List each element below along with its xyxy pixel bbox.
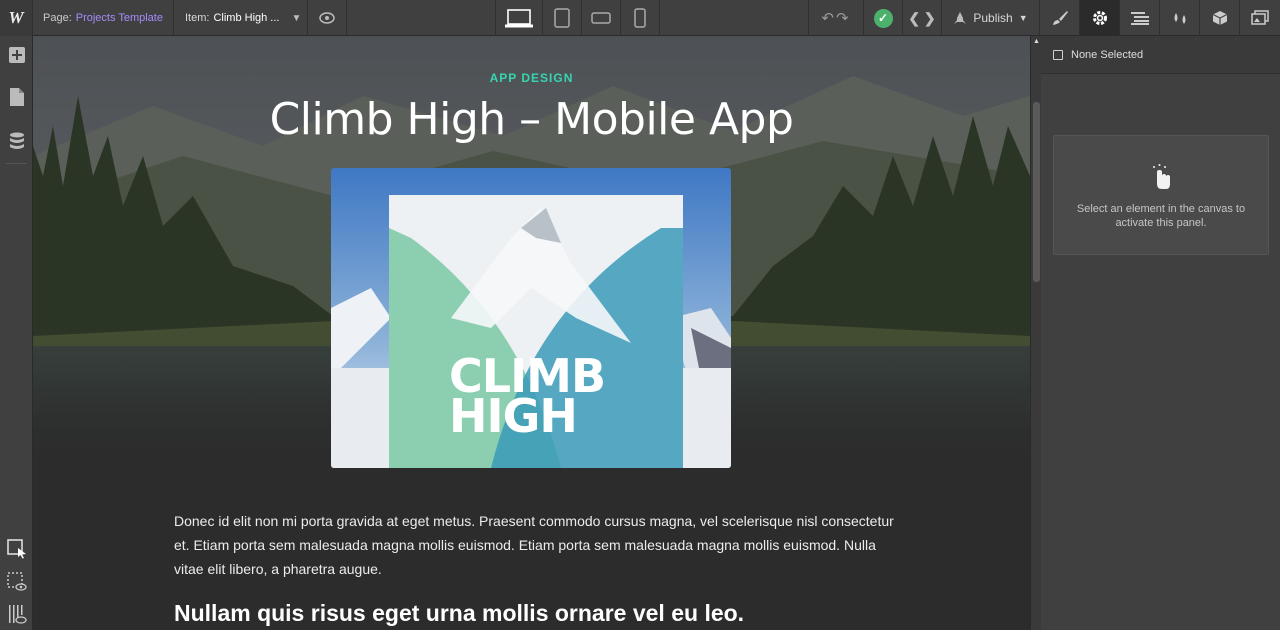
selection-status: None Selected <box>1041 36 1280 74</box>
project-title[interactable]: Climb High – Mobile App <box>33 94 1030 145</box>
phone-portrait-icon <box>634 8 646 28</box>
page-value[interactable]: Projects Template <box>76 12 163 24</box>
cursor-select-icon <box>6 539 26 559</box>
code-icon: ❮ ❯ <box>908 9 936 26</box>
scroll-up-arrow-icon[interactable]: ▲ <box>1032 38 1041 46</box>
scrollbar-thumb[interactable] <box>1033 102 1040 282</box>
grid-eye-icon <box>8 605 27 624</box>
publish-button[interactable]: Publish ▼ <box>942 0 1040 36</box>
page-selector[interactable]: Page: Projects Template <box>33 0 174 36</box>
gear-icon <box>1092 11 1107 25</box>
symbols-panel-tab[interactable] <box>1200 0 1240 36</box>
grid-toggle-button[interactable] <box>0 599 33 629</box>
assets-panel-tab[interactable] <box>1240 0 1280 36</box>
select-tool-button[interactable] <box>0 534 33 564</box>
undo-icon[interactable]: ↶ <box>821 9 836 27</box>
none-selected-label: None Selected <box>1071 48 1144 61</box>
dashed-box-eye-icon <box>6 572 27 591</box>
paintbrush-icon <box>1052 11 1068 25</box>
database-icon <box>9 132 24 149</box>
item-selector[interactable]: Item: Climb High ... ▼ <box>174 0 308 36</box>
toolbar-divider <box>6 163 27 164</box>
settings-panel-tab[interactable] <box>1080 0 1120 36</box>
preview-toggle-button[interactable] <box>0 567 33 597</box>
item-label: Item: <box>185 12 210 24</box>
page-label: Page: <box>43 12 72 24</box>
phone-landscape-icon <box>591 12 611 24</box>
checkbox-icon <box>1053 49 1063 60</box>
publish-label: Publish <box>973 11 1013 25</box>
checkmark-icon: ✓ <box>873 8 893 28</box>
hero-section[interactable]: APP DESIGN Climb High – Mobile App CLIMB… <box>33 36 1030 480</box>
left-toolbar <box>0 36 33 630</box>
images-icon <box>1251 10 1269 25</box>
body-subheading[interactable]: Nullam quis risus eget urna mollis ornar… <box>174 600 894 627</box>
desktop-view-button[interactable] <box>495 0 543 36</box>
body-paragraph[interactable]: Donec id elit non mi porta gravida at eg… <box>174 509 894 581</box>
chevron-down-icon: ▼ <box>291 12 302 24</box>
plus-box-icon <box>8 47 25 63</box>
redo-icon[interactable]: ↷ <box>836 9 851 27</box>
drops-icon <box>1174 13 1185 24</box>
top-toolbar: W Page: Projects Template Item: Climb Hi… <box>0 0 1280 36</box>
page-icon <box>9 88 24 106</box>
style-panel-tab[interactable] <box>1040 0 1080 36</box>
site-status-button[interactable]: ✓ <box>864 0 903 36</box>
navigator-icon <box>1130 12 1149 25</box>
hint-text: Select an element in the canvas to activ… <box>1076 203 1246 229</box>
pointer-hand-icon <box>1153 164 1170 189</box>
preview-button[interactable] <box>308 0 347 36</box>
webflow-designer: W Page: Projects Template Item: Climb Hi… <box>0 0 1280 630</box>
desktop-icon <box>505 9 533 28</box>
cms-button[interactable] <box>0 126 33 156</box>
rocket-icon <box>954 12 967 24</box>
export-code-button[interactable]: ❮ ❯ <box>903 0 942 36</box>
toolbar-spacer-2 <box>660 0 808 36</box>
cube-icon <box>1212 11 1227 25</box>
canvas-scrollbar[interactable]: ▲ <box>1030 36 1041 630</box>
add-elements-button[interactable] <box>0 40 33 70</box>
undo-redo-buttons[interactable]: ↶ ↷ <box>808 0 864 36</box>
design-canvas[interactable]: APP DESIGN Climb High – Mobile App CLIMB… <box>33 36 1030 630</box>
mobile-portrait-button[interactable] <box>621 0 660 36</box>
item-value: Climb High ... <box>213 12 280 24</box>
eye-icon <box>319 12 335 24</box>
empty-panel-hint: Select an element in the canvas to activ… <box>1053 135 1269 255</box>
project-cover-image[interactable]: CLIMB HIGH <box>331 168 731 468</box>
webflow-logo[interactable]: W <box>0 0 33 36</box>
swatches-panel-tab[interactable] <box>1160 0 1200 36</box>
mobile-landscape-button[interactable] <box>582 0 621 36</box>
cover-headline: CLIMB HIGH <box>449 353 609 439</box>
settings-panel: None Selected Select an element in the c… <box>1041 36 1280 630</box>
category-label[interactable]: APP DESIGN <box>33 71 1030 85</box>
chevron-down-icon: ▼ <box>1018 13 1028 23</box>
navigator-panel-tab[interactable] <box>1120 0 1160 36</box>
pages-button[interactable] <box>0 82 33 112</box>
tablet-icon <box>554 8 570 28</box>
tablet-view-button[interactable] <box>543 0 582 36</box>
